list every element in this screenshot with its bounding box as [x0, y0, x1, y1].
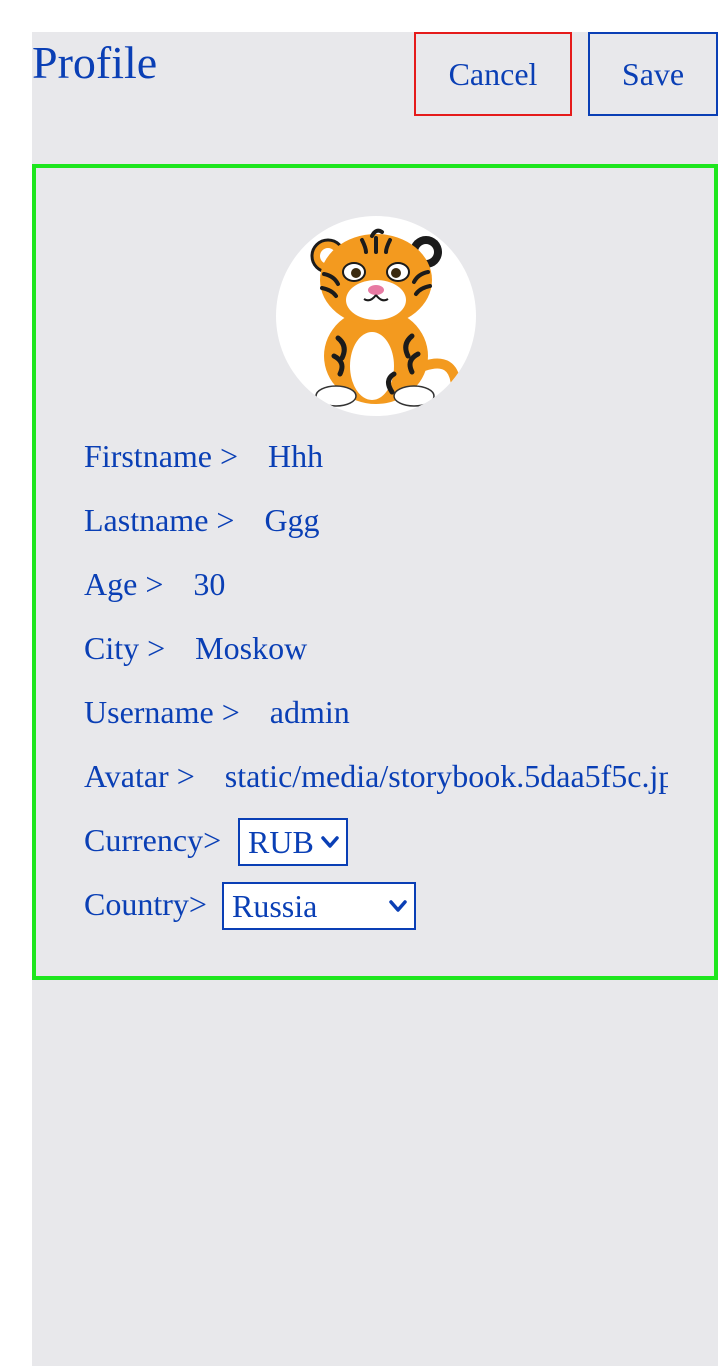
chevron-down-icon — [321, 836, 339, 848]
age-value: 30 — [193, 566, 226, 602]
save-button[interactable]: Save — [588, 32, 718, 116]
currency-row: Currency> — [84, 820, 221, 860]
country-row: Country> — [84, 884, 207, 924]
firstname-row: Firstname > Hhh — [84, 436, 668, 476]
age-row: Age > 30 — [84, 564, 668, 604]
country-select[interactable]: Russia — [222, 882, 416, 930]
profile-card: Firstname > Hhh Lastname > Ggg Age > 30 Cit… — [32, 164, 718, 980]
country-label: Country> — [84, 886, 207, 922]
chevron-down-icon — [389, 900, 407, 912]
avatar-path-label: Avatar > — [84, 758, 195, 794]
lastname-label: Lastname > — [84, 502, 235, 538]
avatar-path-value: static/media/storybook.5daa5f5c.jpg — [224, 758, 668, 794]
age-label: Age > — [84, 566, 164, 602]
lastname-row: Lastname > Ggg — [84, 500, 668, 540]
city-row: City > Moskow — [84, 628, 668, 668]
page-title: Profile — [32, 37, 158, 88]
tiger-cub-avatar-icon — [310, 228, 461, 407]
lastname-value: Ggg — [264, 502, 320, 538]
city-label: City > — [84, 630, 166, 666]
username-value: admin — [269, 694, 350, 730]
currency-selected-value: RUB — [248, 824, 314, 860]
country-selected-value: Russia — [232, 888, 318, 924]
firstname-value: Hhh — [268, 438, 324, 474]
currency-label: Currency> — [84, 822, 222, 858]
username-row: Username > admin — [84, 692, 668, 732]
cancel-button[interactable]: Cancel — [414, 32, 572, 116]
avatar-path-row: Avatar > static/media/storybook.5daa5f5c.… — [84, 756, 668, 796]
city-value: Moskow — [195, 630, 308, 666]
avatar — [276, 216, 476, 416]
currency-select[interactable]: RUB — [238, 818, 348, 866]
username-label: Username > — [84, 694, 240, 730]
firstname-label: Firstname > — [84, 438, 239, 474]
